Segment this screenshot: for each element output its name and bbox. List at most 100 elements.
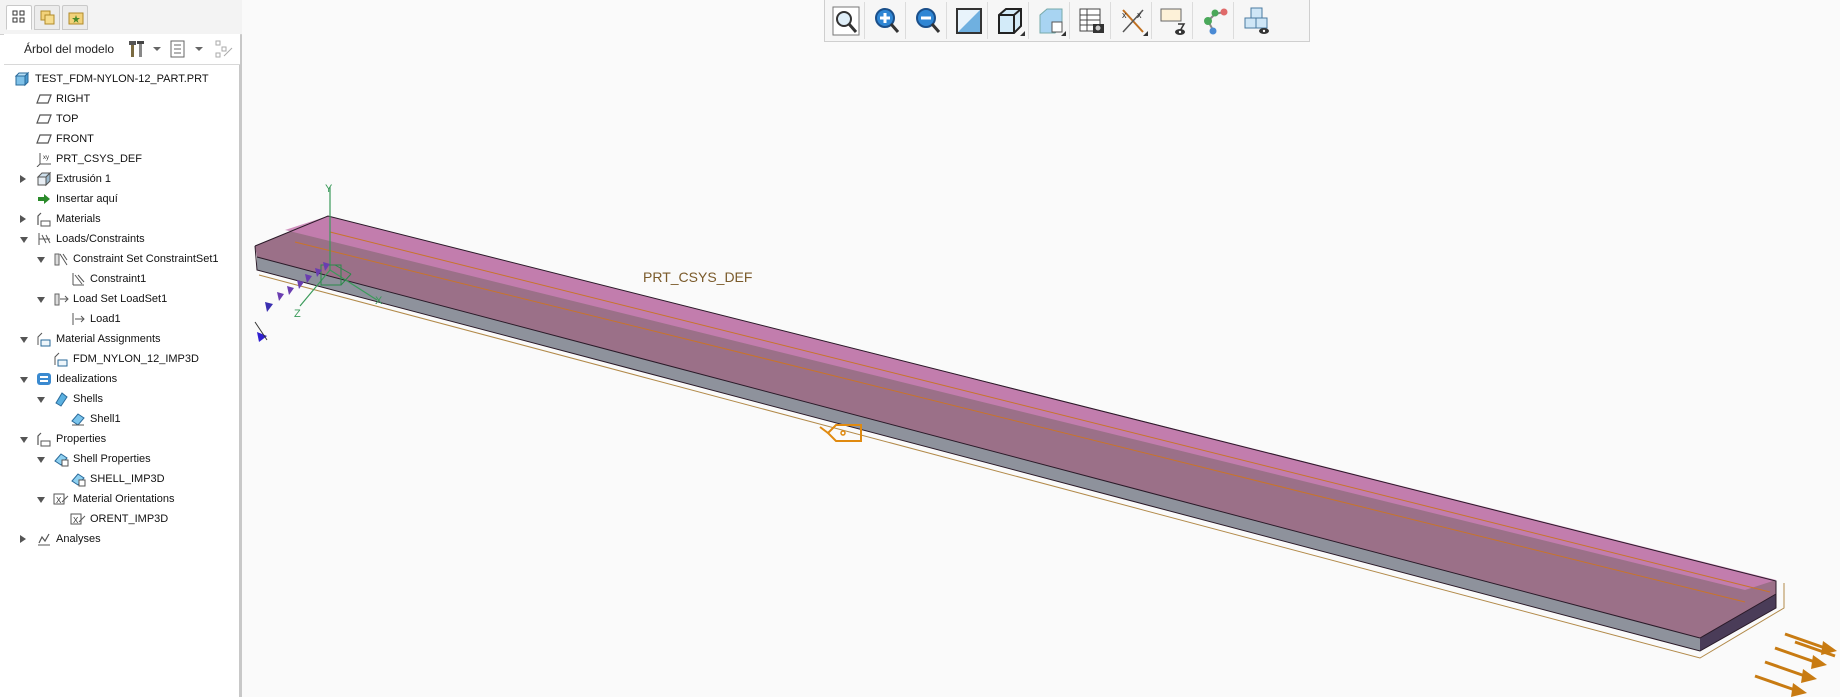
tree-item-label: FRONT: [56, 133, 94, 145]
tree-item[interactable]: FDM_NYLON_12_IMP3D: [4, 350, 240, 368]
show-list-icon[interactable]: [169, 39, 187, 59]
material-orientation-icon: X: [70, 513, 86, 525]
spin-center-icon: [1204, 8, 1228, 35]
tree-item[interactable]: SHELL_IMP3D: [4, 470, 240, 488]
tree-item[interactable]: Insertar aquí: [4, 190, 240, 208]
tree-item[interactable]: Shells: [4, 390, 240, 408]
refit-icon: [832, 6, 860, 36]
saved-orientations-button[interactable]: [1032, 2, 1070, 39]
material-orientation-icon: X: [53, 493, 69, 505]
datum-display-button[interactable]: x x: [1114, 2, 1152, 39]
load-set-icon: [54, 293, 69, 306]
tree-item[interactable]: Loads/Constraints: [4, 230, 240, 248]
collapse-arrow-icon[interactable]: [20, 215, 26, 223]
tree-item[interactable]: Constraint1: [4, 270, 240, 288]
shell-properties-icon: [54, 453, 69, 467]
graphics-viewport[interactable]: Y X Z PRT_CSYS_DEF: [245, 42, 1840, 697]
svg-text:x: x: [1122, 10, 1127, 20]
tree-item[interactable]: Constraint Set ConstraintSet1: [4, 250, 240, 268]
tree-item[interactable]: TEST_FDM-NYLON-12_PART.PRT: [4, 70, 240, 88]
tree-item-label: Extrusión 1: [56, 173, 112, 185]
model-tree-icon: [12, 10, 25, 23]
tree-item[interactable]: Properties: [4, 430, 240, 448]
tree-item[interactable]: Analyses: [4, 530, 240, 548]
tab-model-tree[interactable]: [6, 5, 32, 30]
model-canvas[interactable]: Y X Z: [245, 42, 1840, 697]
folders-icon: [40, 10, 55, 25]
axis-x-label: X: [375, 295, 383, 307]
tree-item[interactable]: Load1: [4, 310, 240, 328]
zoom-in-icon: [875, 8, 900, 33]
tree-item[interactable]: X Material Orientations: [4, 490, 240, 508]
insert-arrow-icon: [38, 194, 50, 204]
tree-item-label: RIGHT: [56, 93, 91, 105]
annotation-display-icon: [1160, 8, 1186, 35]
svg-text:xy: xy: [43, 155, 49, 161]
beam-top-face[interactable]: [255, 216, 1776, 638]
tree-item-label: Properties: [56, 433, 107, 445]
simulation-display-button[interactable]: [1237, 2, 1275, 39]
zoom-out-icon: [916, 8, 941, 33]
chevron-down-icon[interactable]: [153, 47, 161, 51]
tree-item-label: TOP: [56, 113, 79, 125]
tree-item[interactable]: RIGHT: [4, 90, 240, 108]
expand-arrow-icon[interactable]: [37, 497, 45, 503]
tree-item[interactable]: Load Set LoadSet1: [4, 290, 240, 308]
material-assignment-icon: [37, 332, 51, 347]
tree-item[interactable]: xy PRT_CSYS_DEF: [4, 150, 240, 168]
tree-settings-icon[interactable]: [128, 39, 146, 59]
annotation-display-button[interactable]: [1155, 2, 1193, 39]
analyses-icon: [38, 533, 50, 546]
beam-front-edge: [256, 256, 1701, 639]
shell-icon: [71, 413, 85, 426]
load-arrows[interactable]: [1754, 632, 1837, 697]
constraint-icon: [72, 273, 85, 286]
spin-center-button[interactable]: [1196, 2, 1234, 39]
display-style-button[interactable]: [991, 2, 1029, 39]
expand-arrow-icon[interactable]: [37, 457, 45, 463]
expand-arrow-icon[interactable]: [20, 237, 28, 243]
tree-item[interactable]: Material Assignments: [4, 330, 240, 348]
beam-side-face[interactable]: [257, 257, 1700, 651]
tree-item[interactable]: Extrusión 1: [4, 170, 240, 188]
beam-top-edge: [285, 216, 1776, 590]
collapse-arrow-icon[interactable]: [20, 175, 26, 183]
expand-arrow-icon[interactable]: [20, 437, 28, 443]
tree-item-label: Load Set LoadSet1: [73, 293, 168, 305]
zoom-in-button[interactable]: [868, 2, 906, 39]
refit-button[interactable]: [827, 2, 865, 39]
datum-plane-icon: [36, 134, 52, 144]
collapse-arrow-icon[interactable]: [20, 535, 26, 543]
tree-item[interactable]: Idealizations: [4, 370, 240, 388]
expand-arrow-icon[interactable]: [20, 377, 28, 383]
csys-icon: xy: [36, 153, 51, 167]
tree-item[interactable]: Materials: [4, 210, 240, 228]
tree-item[interactable]: X ORENT_IMP3D: [4, 510, 240, 528]
tree-item[interactable]: Shell Properties: [4, 450, 240, 468]
expand-arrow-icon[interactable]: [20, 337, 28, 343]
expand-arrow-icon[interactable]: [37, 257, 45, 263]
dropdown-corner-icon: [1020, 31, 1025, 36]
view-manager-button[interactable]: [1073, 2, 1111, 39]
tree-item-label: FDM_NYLON_12_IMP3D: [73, 353, 199, 365]
expand-arrow-icon[interactable]: [37, 397, 45, 403]
tab-folder-browser[interactable]: [34, 5, 60, 30]
tree-filter-icon[interactable]: [214, 39, 234, 59]
tree-item-label: Load1: [90, 313, 121, 325]
shells-icon: [55, 392, 68, 407]
tree-item[interactable]: FRONT: [4, 130, 240, 148]
chevron-down-icon[interactable]: [195, 47, 203, 51]
tree-item[interactable]: Shell1: [4, 410, 240, 428]
tree-item-label: Analyses: [56, 533, 101, 545]
dropdown-corner-icon: [1061, 31, 1066, 36]
datum-plane-icon: [36, 94, 52, 104]
zoom-out-button[interactable]: [909, 2, 947, 39]
repaint-button[interactable]: [950, 2, 988, 39]
extrude-icon: [36, 171, 52, 187]
tree-item[interactable]: TOP: [4, 110, 240, 128]
expand-arrow-icon[interactable]: [37, 297, 45, 303]
tab-favorites[interactable]: [62, 5, 88, 30]
load-icon: [72, 313, 85, 325]
constraint-set-icon: [54, 253, 68, 266]
csys-label: PRT_CSYS_DEF: [643, 269, 753, 285]
